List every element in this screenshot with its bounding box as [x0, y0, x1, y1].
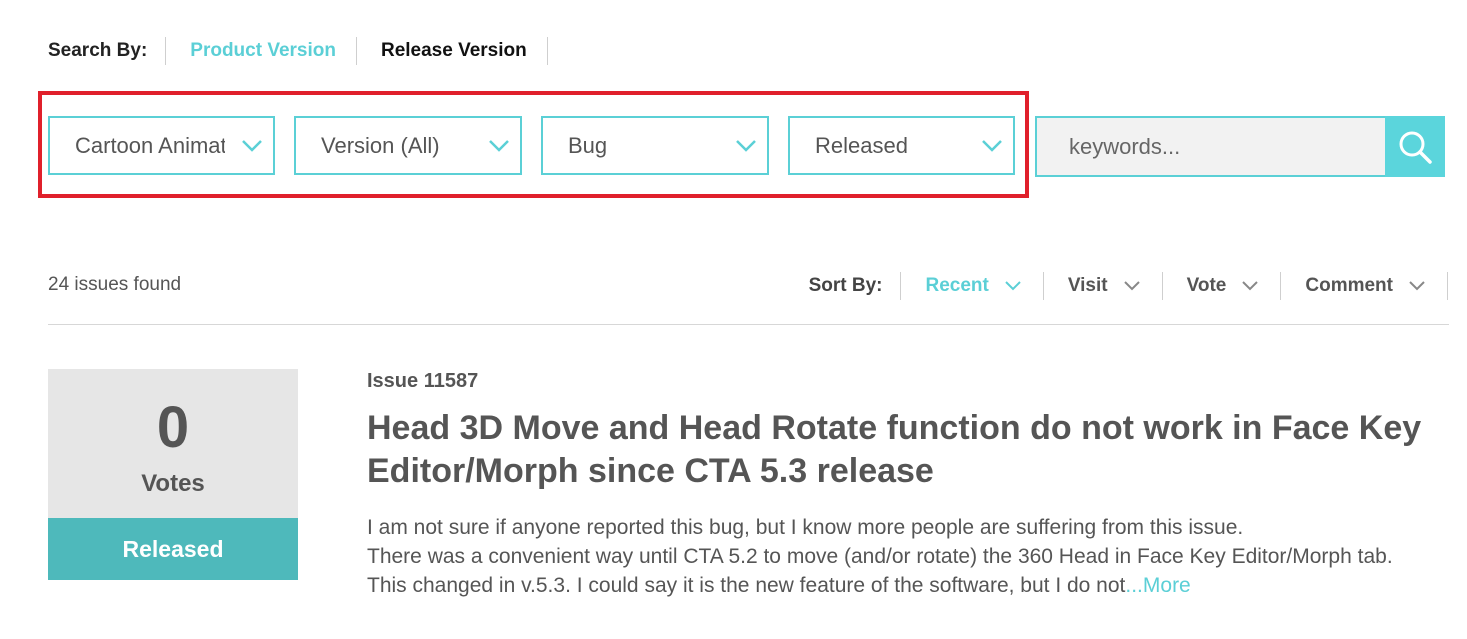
issue-description-text: This changed in v.5.3. I could say it is… — [367, 574, 1126, 597]
vote-count: 0 — [156, 395, 190, 460]
chevron-down-icon — [242, 139, 262, 152]
sort-bar: Sort By: Recent Visit Vote Comment — [809, 270, 1448, 302]
votes-label: Votes — [141, 470, 205, 497]
vote-box[interactable]: 0 Votes — [48, 369, 298, 519]
chevron-down-icon — [1242, 281, 1259, 291]
status-select-value: Released — [815, 132, 908, 158]
chevron-down-icon — [1409, 281, 1425, 291]
issue-description: I am not sure if anyone reported this bu… — [367, 513, 1437, 600]
issue-description-line: I am not sure if anyone reported this bu… — [367, 516, 1244, 539]
more-link[interactable]: ...More — [1125, 574, 1190, 597]
results-count: 24 issues found — [48, 274, 182, 295]
chevron-down-icon — [1005, 281, 1021, 291]
status-select[interactable]: Released — [788, 116, 1015, 175]
issue-id: Issue 11587 — [367, 370, 479, 392]
issue-type-select[interactable]: Bug — [541, 116, 769, 175]
issue-status-badge: Released — [48, 518, 298, 580]
issue-description-line: This changed in v.5.3. I could say it is… — [367, 571, 1437, 600]
chevron-down-icon — [982, 139, 1002, 152]
issue-type-select-value: Bug — [568, 132, 608, 158]
sort-recent-label: Recent — [925, 275, 989, 296]
version-select[interactable]: Version (All) — [294, 116, 522, 175]
sort-visit[interactable]: Visit — [1044, 275, 1162, 297]
sort-comment[interactable]: Comment — [1281, 275, 1447, 297]
search-by-product-version[interactable]: Product Version — [166, 40, 356, 62]
search-by-release-version[interactable]: Release Version — [357, 40, 547, 62]
search-button[interactable] — [1385, 116, 1445, 177]
search-icon — [1399, 131, 1432, 164]
chevron-down-icon — [489, 139, 509, 152]
version-select-value: Version (All) — [321, 132, 440, 158]
keyword-search-input[interactable] — [1035, 116, 1386, 177]
divider — [546, 37, 548, 65]
sort-comment-label: Comment — [1305, 275, 1393, 296]
results-divider — [48, 324, 1449, 325]
search-by-bar: Search By: Product Version Release Versi… — [48, 36, 548, 66]
sort-vote-label: Vote — [1186, 275, 1227, 296]
sort-by-label: Sort By: — [808, 275, 883, 296]
product-select-value: Cartoon Animator — [75, 132, 225, 158]
sort-recent[interactable]: Recent — [901, 275, 1042, 297]
divider — [1447, 272, 1448, 300]
search-by-label: Search By: — [48, 40, 148, 61]
issue-title[interactable]: Head 3D Move and Head Rotate function do… — [367, 407, 1427, 493]
issue-description-line: There was a convenient way until CTA 5.2… — [367, 545, 1393, 568]
chevron-down-icon — [736, 139, 756, 152]
sort-vote[interactable]: Vote — [1163, 275, 1281, 297]
sort-visit-label: Visit — [1067, 275, 1108, 296]
chevron-down-icon — [1123, 281, 1140, 291]
product-select[interactable]: Cartoon Animator — [48, 116, 275, 175]
